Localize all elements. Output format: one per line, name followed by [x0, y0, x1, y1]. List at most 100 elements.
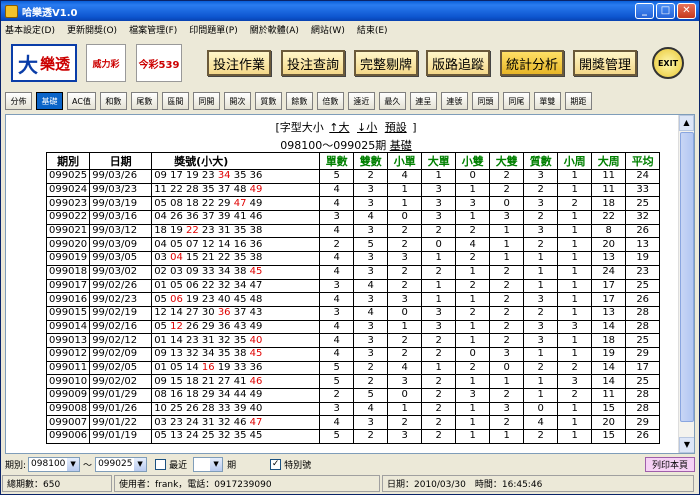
chevron-down-icon[interactable]: ▼	[210, 457, 223, 471]
tab-prime[interactable]: 質數	[254, 92, 282, 110]
table-row[interactable]: 099019 99/03/05 03 04 15 21 22 35 38 4 3 3 1 2 1…	[45, 251, 661, 266]
print-page-button[interactable]: 列印本頁	[644, 456, 695, 472]
table-row[interactable]: 099012 99/02/09 09 13 32 34 35 38 45 4 3 2 2 0 3…	[45, 346, 661, 362]
tab-same-tail[interactable]: 同尾	[502, 92, 530, 110]
table-row[interactable]: 099011 99/02/05 01 05 14 16 19 33 36 5 2 4 1 2 0…	[45, 360, 661, 376]
col-small-even[interactable]: 小雙	[455, 152, 491, 170]
menu-about[interactable]: 關於軟體(A)	[250, 23, 299, 36]
col-average[interactable]: 平均	[625, 152, 661, 170]
chevron-down-icon[interactable]: ▼	[134, 457, 147, 471]
tab-odd-even[interactable]: 單雙	[533, 92, 561, 110]
stat-cell: 3	[523, 196, 559, 212]
col-odd[interactable]: 單數	[319, 152, 355, 170]
table-row[interactable]: 099017 99/02/26 01 05 06 22 32 34 47 3 4 2 1 2 2…	[45, 278, 661, 294]
col-period[interactable]: 期別	[45, 152, 91, 170]
col-even[interactable]: 雙數	[353, 152, 389, 170]
tab-streak[interactable]: 連呈	[409, 92, 437, 110]
recent-count-select[interactable]: ▼	[193, 456, 224, 472]
scroll-thumb[interactable]	[680, 132, 694, 422]
table-row[interactable]: 099013 99/02/12 01 14 23 31 32 35 40 4 3 2 2 1 2…	[45, 333, 661, 348]
daily-cash-logo[interactable]: 今彩539	[136, 44, 182, 82]
stat-cell: 1	[387, 401, 423, 417]
exit-button[interactable]: EXIT	[652, 47, 684, 79]
table-row[interactable]: 099009 99/01/29 08 16 18 29 34 44 49 2 5 0 2 3 2…	[45, 388, 661, 403]
col-big-cycle[interactable]: 大周	[591, 152, 627, 170]
col-numbers[interactable]: 獎號(小大)	[151, 152, 321, 170]
tab-remainder[interactable]: 餘數	[285, 92, 313, 110]
tab-distance[interactable]: 遠近	[347, 92, 375, 110]
font-size-up-link[interactable]: ↑大	[329, 121, 349, 134]
menu-print[interactable]: 印問題單(P)	[189, 23, 237, 36]
table-row[interactable]: 099014 99/02/16 05 12 26 29 36 43 49 4 3 1 3 1 2…	[45, 319, 661, 335]
stat-cell: 11	[591, 182, 627, 198]
table-row[interactable]: 099015 99/02/19 12 14 27 30 36 37 43 3 4 0 3 2 2…	[45, 305, 661, 321]
draw-management-button[interactable]: 開獎管理	[573, 50, 637, 76]
vertical-scrollbar[interactable]: ▲ ▼	[678, 115, 694, 453]
ball-number: 39	[233, 403, 250, 415]
col-prime[interactable]: 質數	[523, 152, 559, 170]
table-row[interactable]: 099020 99/03/09 04 05 07 12 14 16 36 2 5 2 0 4 1…	[45, 237, 661, 253]
menu-update-draw[interactable]: 更新開獎(O)	[67, 23, 117, 36]
table-row[interactable]: 099018 99/03/02 02 03 09 33 34 38 45 4 3 2 2 1 2…	[45, 264, 661, 280]
table-row[interactable]: 099010 99/02/02 09 15 18 21 27 41 46 5 2 3 2 1 1…	[45, 374, 661, 389]
tab-basic[interactable]: 基礎	[36, 92, 63, 110]
power-lottery-logo[interactable]: 威力彩	[86, 44, 126, 82]
table-row[interactable]: 099025 99/03/26 09 17 19 23 34 35 36 5 2 4 1 0 2…	[45, 169, 661, 184]
tab-period-gap[interactable]: 期距	[564, 92, 592, 110]
ball-number: 35	[233, 430, 250, 442]
tab-draw-count[interactable]: 開次	[223, 92, 251, 110]
bet-entry-button[interactable]: 投注作業	[207, 50, 271, 76]
font-size-default-link[interactable]: 預設	[385, 121, 407, 134]
maximize-button[interactable]: □	[656, 3, 675, 19]
menu-file[interactable]: 檔案管理(F)	[129, 23, 177, 36]
stat-cell: 1	[557, 223, 593, 239]
tab-distribution[interactable]: 分佈	[5, 92, 32, 110]
tab-range[interactable]: 區間	[161, 92, 189, 110]
font-size-down-link[interactable]: ↓小	[357, 121, 377, 134]
tab-co-occurrence[interactable]: 同開	[192, 92, 220, 110]
period-to-select[interactable]: 099025 ▼	[95, 456, 148, 472]
tab-tail[interactable]: 尾數	[130, 92, 158, 110]
ball-number: 36	[249, 238, 263, 250]
menu-website[interactable]: 網站(W)	[311, 23, 345, 36]
tab-ac-value[interactable]: AC值	[67, 92, 96, 110]
table-row[interactable]: 099016 99/02/23 05 06 19 23 40 45 48 4 3 3 1 1 2…	[45, 292, 661, 307]
statistics-button[interactable]: 統計分析	[500, 50, 564, 76]
col-big-even[interactable]: 大雙	[489, 152, 525, 170]
pattern-track-button[interactable]: 版路追蹤	[426, 50, 490, 76]
table-row[interactable]: 099021 99/03/12 18 19 22 23 31 35 38 4 3 2 2 2 1…	[45, 223, 661, 239]
bet-query-button[interactable]: 投注查詢	[281, 50, 345, 76]
close-button[interactable]: ✕	[677, 3, 696, 19]
tab-multiple[interactable]: 倍數	[316, 92, 344, 110]
lotto-logo[interactable]: 大 樂透	[11, 44, 77, 82]
special-number-checkbox[interactable]: ✓	[270, 458, 282, 470]
chevron-down-icon[interactable]: ▼	[67, 457, 80, 471]
table-row[interactable]: 099022 99/03/16 04 26 36 37 39 41 46 3 4 0 3 1 3…	[45, 210, 661, 225]
period-from-select[interactable]: 098100 ▼	[28, 456, 81, 472]
tab-same-head[interactable]: 同頭	[471, 92, 499, 110]
col-small-cycle[interactable]: 小周	[557, 152, 593, 170]
menu-settings[interactable]: 基本設定(D)	[5, 23, 55, 36]
table-row[interactable]: 099008 99/01/26 10 25 26 28 33 39 40 3 4 1 2 1 3…	[45, 401, 661, 417]
col-small-odd[interactable]: 小單	[387, 152, 423, 170]
col-date[interactable]: 日期	[89, 152, 153, 170]
recent-checkbox[interactable]	[155, 458, 167, 470]
ball-number: 09	[154, 375, 171, 387]
report-type-link[interactable]: 基礎	[390, 139, 412, 152]
table-row[interactable]: 099024 99/03/23 11 22 28 35 37 48 49 4 3 1 3 1 2…	[45, 182, 661, 198]
menu-exit[interactable]: 結束(E)	[357, 23, 388, 36]
table-row[interactable]: 099007 99/01/22 03 23 24 31 32 46 47 4 3 2 2 1 2…	[45, 415, 661, 431]
col-big-odd[interactable]: 大單	[421, 152, 457, 170]
tab-longest[interactable]: 最久	[378, 92, 406, 110]
tab-sum[interactable]: 和數	[99, 92, 127, 110]
minimize-button[interactable]: _	[635, 3, 654, 19]
full-filter-button[interactable]: 完整剔牌	[354, 50, 418, 76]
table-row[interactable]: 099006 99/01/19 05 13 24 25 32 35 45 5 2 3 2 1 1…	[45, 429, 661, 444]
scroll-up-icon[interactable]: ▲	[679, 115, 694, 131]
ball-number: 36	[217, 320, 234, 332]
scroll-down-icon[interactable]: ▼	[679, 437, 694, 453]
table-row[interactable]: 099023 99/03/19 05 08 18 22 29 47 49 4 3 1 3 3 0…	[45, 196, 661, 212]
stat-cell: 1	[387, 182, 423, 198]
tab-consecutive[interactable]: 連號	[440, 92, 468, 110]
user-info: 使用者：frank，電話：0917239090	[114, 475, 380, 492]
